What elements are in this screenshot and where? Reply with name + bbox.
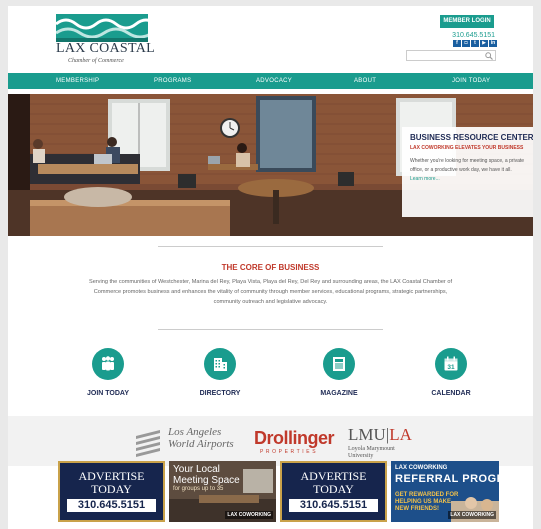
lawa-logo-icon[interactable] — [132, 426, 164, 458]
ad-advertise-line2: TODAY — [313, 482, 354, 496]
nav-membership[interactable]: MEMBERSHIP — [56, 73, 99, 89]
quick-link-label: CALENDAR — [431, 390, 471, 397]
header-phone[interactable]: 310.645.5151 — [448, 32, 495, 39]
ad-advertise-line2: TODAY — [91, 482, 132, 496]
search-icon[interactable] — [485, 52, 493, 60]
drollinger-logo[interactable]: Drollinger — [254, 428, 335, 449]
ad-advertise-phone: 310.645.5151 — [67, 499, 156, 512]
lmu-left: LMU — [348, 425, 386, 444]
lmu-sub1: Loyola Marymount — [348, 446, 395, 452]
quick-link-join-today[interactable]: JOIN TODAY — [73, 348, 143, 397]
quick-link-calendar[interactable]: 31 CALENDAR — [416, 348, 486, 397]
nav-advocacy[interactable]: ADVOCACY — [256, 73, 292, 89]
logo-title: LAX COASTAL — [56, 41, 156, 56]
lawa-logo-text[interactable]: Los Angeles World Airports — [168, 426, 234, 450]
referral-program-ad[interactable]: LAX COWORKING REFERRAL PROGRAM GET REWAR… — [391, 461, 499, 522]
business-resource-card[interactable]: BUSINESS RESOURCE CENTER LAX COWORKING E… — [402, 127, 533, 217]
twitter-icon[interactable]: t — [471, 40, 479, 47]
meeting-line2: Meeting Space — [173, 475, 240, 486]
nav-about[interactable]: ABOUT — [354, 73, 376, 89]
youtube-icon[interactable]: ▶ — [480, 40, 488, 47]
meeting-line1: Your Local — [173, 464, 220, 475]
lawa-line1: Los Angeles — [168, 426, 222, 438]
quick-link-magazine[interactable]: MAGAZINE — [304, 348, 374, 397]
section-divider-bottom — [158, 329, 383, 330]
core-text: Serving the communities of Westchester, … — [88, 279, 453, 305]
chamber-logo[interactable]: LAX COASTAL Chamber of Commerce — [56, 14, 155, 66]
quick-link-directory[interactable]: DIRECTORY — [185, 348, 255, 397]
page: LAX COASTAL Chamber of Commerce MEMBER L… — [8, 6, 533, 529]
advertise-ad-1[interactable]: ADVERTISE TODAY 310.645.5151 — [58, 461, 165, 522]
lmu-sub: Loyola Marymount University — [348, 446, 395, 460]
facebook-icon[interactable]: f — [453, 40, 461, 47]
referral-line2: REFERRAL PROGRAM — [395, 473, 499, 485]
wave-logo-icon — [56, 14, 148, 42]
drollinger-sub: PROPERTIES — [260, 449, 319, 455]
quick-link-label: MAGAZINE — [320, 390, 358, 397]
linkedin-icon[interactable]: in — [489, 40, 497, 47]
search-input[interactable] — [406, 50, 496, 61]
lmu-sub2: University — [348, 453, 374, 459]
partner-logos: Los Angeles World Airports Drollinger PR… — [8, 416, 533, 466]
meeting-line3: for groups up to 35 — [173, 486, 224, 492]
advertise-ad-2[interactable]: ADVERTISE TODAY 310.645.5151 — [280, 461, 387, 522]
member-login-button[interactable]: MEMBER LOGIN — [440, 15, 494, 28]
instagram-icon[interactable]: ◘ — [462, 40, 470, 47]
brc-subtitle: LAX COWORKING ELEVATES YOUR BUSINESS — [410, 145, 524, 151]
meeting-title: Your Local Meeting Space — [173, 464, 240, 486]
newspaper-icon — [333, 357, 345, 371]
referral-line1: LAX COWORKING — [395, 465, 448, 471]
lmu-logo[interactable]: LMU|LA — [348, 425, 412, 445]
core-title: THE CORE OF BUSINESS — [221, 263, 320, 272]
quick-link-label: DIRECTORY — [199, 390, 241, 397]
learn-more-link[interactable]: Learn more... — [410, 176, 525, 182]
referral-line3: GET REWARDED FOR HELPING US MAKE NEW FRI… — [395, 492, 459, 512]
section-divider-top — [158, 246, 383, 247]
lawa-line2: World Airports — [168, 438, 234, 450]
lmu-right: LA — [389, 425, 412, 444]
brc-body: Whether you're looking for meeting space… — [410, 158, 525, 173]
quick-link-label: JOIN TODAY — [86, 390, 129, 397]
brc-title: BUSINESS RESOURCE CENTER — [410, 133, 533, 142]
coworking-brand: LAX COWORKING — [448, 511, 496, 519]
coworking-brand: LAX COWORKING — [225, 511, 273, 519]
people-icon — [102, 356, 114, 371]
nav-programs[interactable]: PROGRAMS — [154, 73, 191, 89]
main-nav: MEMBERSHIP PROGRAMS ADVOCACY ABOUT JOIN … — [8, 73, 533, 89]
social-links: f ◘ t ▶ in — [453, 40, 497, 47]
logo-subtitle: Chamber of Commerce — [68, 58, 124, 64]
ad-advertise-phone: 310.645.5151 — [289, 499, 378, 512]
calendar-day: 31 — [447, 364, 455, 371]
nav-join-today[interactable]: JOIN TODAY — [452, 73, 490, 89]
meeting-space-ad[interactable]: Your Local Meeting Space for groups up t… — [169, 461, 276, 522]
calendar-icon: 31 — [444, 356, 458, 371]
building-icon — [214, 358, 227, 371]
